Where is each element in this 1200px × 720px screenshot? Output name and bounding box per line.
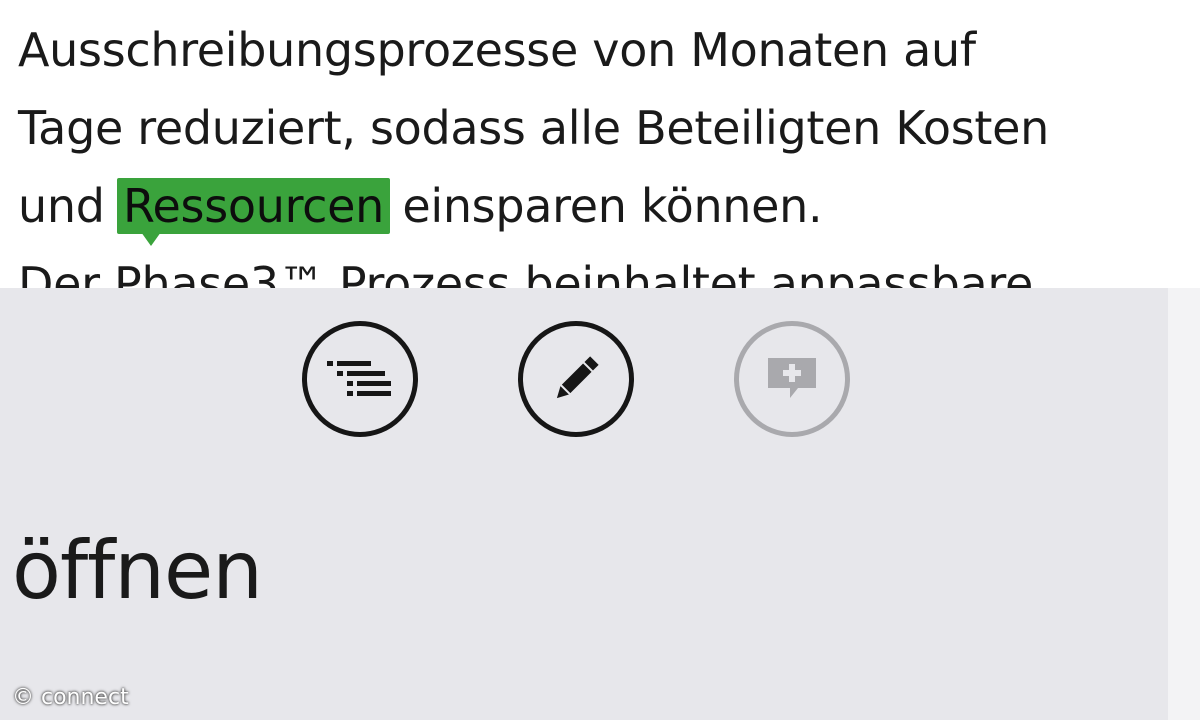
document-line: und Ressourcen einsparen können. bbox=[18, 178, 823, 246]
app-bar-action-label: öffnen bbox=[12, 524, 263, 617]
add-comment-icon bbox=[768, 358, 816, 398]
screen-edge bbox=[1168, 288, 1200, 720]
pencil-edit-icon bbox=[556, 356, 599, 399]
outline-list-icon bbox=[327, 361, 391, 396]
outline-button[interactable] bbox=[302, 321, 418, 437]
edit-button[interactable] bbox=[518, 321, 634, 437]
document-line: Ausschreibungsprozesse von Monaten auf bbox=[18, 23, 976, 77]
document-line-start: und bbox=[18, 179, 105, 233]
document-line-end: einsparen können. bbox=[402, 179, 823, 233]
application-bar: öffnen bbox=[0, 288, 1168, 720]
phone-screen: Ausschreibungsprozesse von Monaten auf T… bbox=[0, 0, 1200, 720]
copyright-watermark: © connect bbox=[12, 685, 129, 710]
add-comment-button[interactable] bbox=[734, 321, 850, 437]
highlighted-word-with-comment[interactable]: Ressourcen bbox=[116, 178, 391, 246]
document-line: Tage reduziert, sodass alle Beteiligten … bbox=[18, 101, 1050, 155]
document-text-area[interactable]: Ausschreibungsprozesse von Monaten auf T… bbox=[0, 0, 1200, 300]
